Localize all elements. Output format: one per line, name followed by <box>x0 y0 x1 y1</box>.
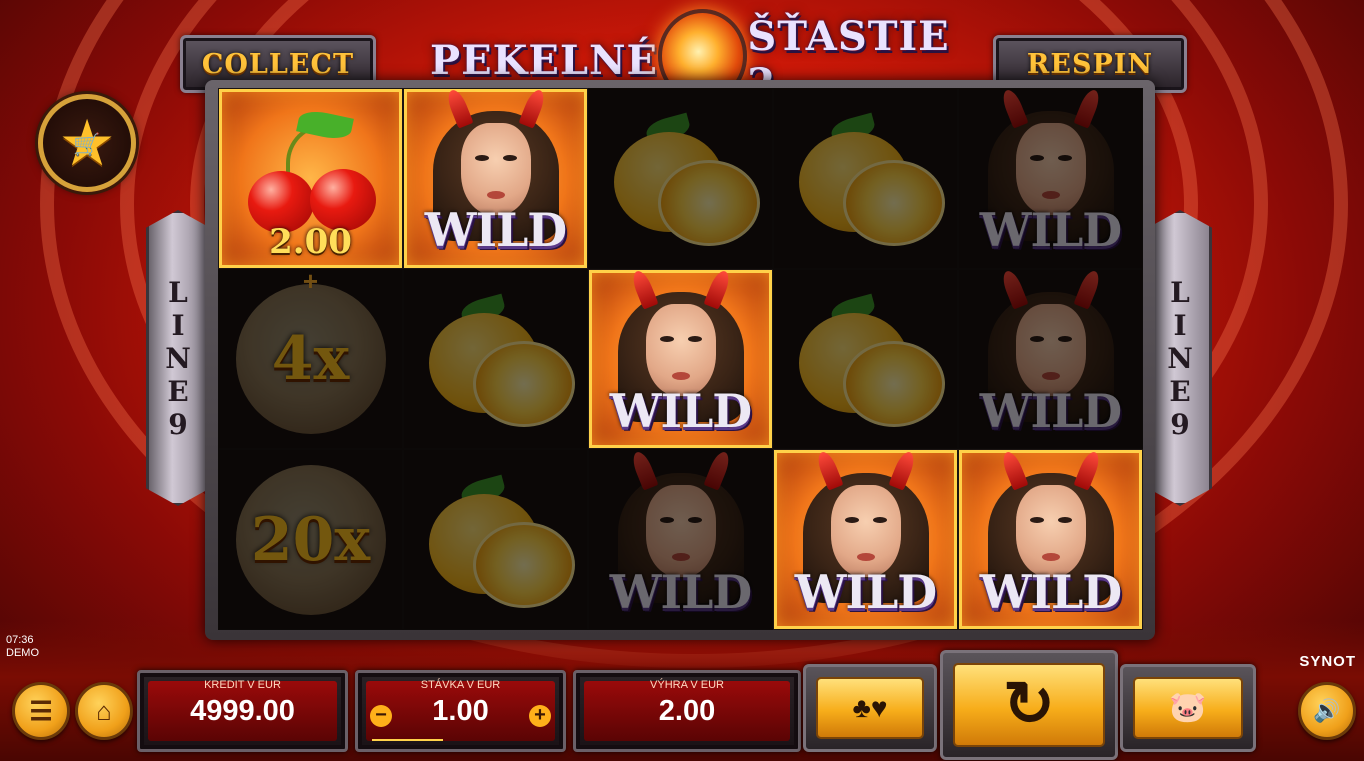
buy-feature-button[interactable]: ★ 🛒 <box>38 94 136 192</box>
win-caption: VÝHRA V EUR <box>650 679 724 691</box>
spin-icon: ↻ <box>1003 670 1055 739</box>
line-letter: I <box>171 308 185 342</box>
wild-label: WILD <box>979 564 1122 619</box>
title-left: PEKELNÉ <box>430 36 658 84</box>
reel-grid: 2.00 WILD WILD + 4x WILD WILD 20x WILD W… <box>218 88 1143 630</box>
reel-cell-wild: WILD <box>773 449 958 630</box>
line-letter: I <box>1173 308 1187 342</box>
reel-cell-lemon <box>773 268 958 450</box>
clock: 07:36 DEMO <box>6 634 39 660</box>
line-letter: N <box>165 341 191 375</box>
stake-increase-button[interactable]: + <box>529 705 551 727</box>
demo-label: DEMO <box>6 647 39 659</box>
reel-cell-wild: WILD <box>958 268 1143 450</box>
credit-caption: KREDIT V EUR <box>204 679 281 691</box>
stake-underline <box>372 739 443 741</box>
win-panel: VÝHRA V EUR 2.00 <box>573 670 801 752</box>
reel-cell-wild: WILD <box>958 449 1143 630</box>
reel-cell-lemon <box>588 88 773 269</box>
line-letter: L <box>168 275 188 309</box>
reel-cell-wild: WILD <box>588 449 773 630</box>
clock-time: 07:36 <box>6 634 34 646</box>
wild-icon: WILD <box>966 450 1136 625</box>
plus-icon: + <box>302 268 319 296</box>
menu-button[interactable]: ☰ <box>12 682 70 740</box>
credit-value: 4999.00 <box>190 695 295 727</box>
reel-cell-multiplier: 20x <box>218 449 403 630</box>
multiplier-value: 4x <box>271 323 350 394</box>
lemon-icon <box>791 293 945 427</box>
stake-decrease-button[interactable]: − <box>370 705 392 727</box>
lemon-icon <box>421 293 575 427</box>
cart-icon: 🛒 <box>73 132 101 157</box>
cherry-win-value: 2.00 <box>269 221 352 262</box>
multiplier-value: 20x <box>250 504 371 575</box>
home-icon: ⌂ <box>96 696 112 726</box>
wild-icon: WILD <box>596 450 766 625</box>
autoplay-button[interactable]: 🐷 <box>1120 664 1256 752</box>
sound-button[interactable]: 🔊 <box>1298 682 1356 740</box>
reel-cell-lemon <box>403 449 588 630</box>
cards-icon: ♣♥ <box>852 692 888 723</box>
menu-icon: ☰ <box>29 696 53 726</box>
wild-label: WILD <box>609 383 752 438</box>
brand-logo: SYNOT <box>1299 653 1356 670</box>
win-value: 2.00 <box>658 695 716 727</box>
line-letter: E <box>167 374 189 408</box>
line-letter: E <box>1169 374 1191 408</box>
reel-cell-cherry: 2.00 <box>218 88 403 269</box>
piggy-bank-icon: 🐷 <box>1169 691 1207 724</box>
spin-button[interactable]: ↻ <box>940 650 1118 760</box>
reel-cell-lemon <box>773 88 958 269</box>
reel-cell-multiplier: + 4x <box>218 268 403 450</box>
home-button[interactable]: ⌂ <box>75 682 133 740</box>
wild-icon: WILD <box>596 269 766 444</box>
lemon-icon <box>421 474 575 608</box>
reel-cell-lemon <box>403 268 588 450</box>
line-number: 9 <box>168 407 188 441</box>
gamble-button[interactable]: ♣♥ <box>803 664 937 752</box>
collect-label: COLLECT <box>201 48 355 80</box>
respin-label: RESPIN <box>1026 48 1154 80</box>
reel-cell-wild: WILD <box>588 268 773 450</box>
reel-cell-wild: WILD <box>958 88 1143 269</box>
credit-panel: KREDIT V EUR 4999.00 <box>137 670 348 752</box>
lemon-icon <box>606 113 760 247</box>
wild-icon: WILD <box>966 269 1136 444</box>
line-letter: N <box>1167 341 1193 375</box>
wild-label: WILD <box>979 383 1122 438</box>
line-number: 9 <box>1170 407 1190 441</box>
line-banner-right: L I N E 9 <box>1148 210 1212 506</box>
line-banner-left: L I N E 9 <box>146 210 210 506</box>
line-letter: L <box>1170 275 1190 309</box>
sound-icon: 🔊 <box>1313 698 1341 723</box>
wild-label: WILD <box>609 564 752 619</box>
lemon-icon <box>791 113 945 247</box>
wild-icon: WILD <box>411 88 581 263</box>
stake-caption: STÁVKA V EUR <box>420 679 501 691</box>
wild-label: WILD <box>424 203 567 258</box>
stake-panel: STÁVKA V EUR 1.00 − + <box>355 670 566 752</box>
wild-icon: WILD <box>781 450 951 625</box>
wild-icon: WILD <box>966 88 1136 263</box>
wild-label: WILD <box>979 203 1122 258</box>
reel-cell-wild: WILD <box>403 88 588 269</box>
wild-label: WILD <box>794 564 937 619</box>
